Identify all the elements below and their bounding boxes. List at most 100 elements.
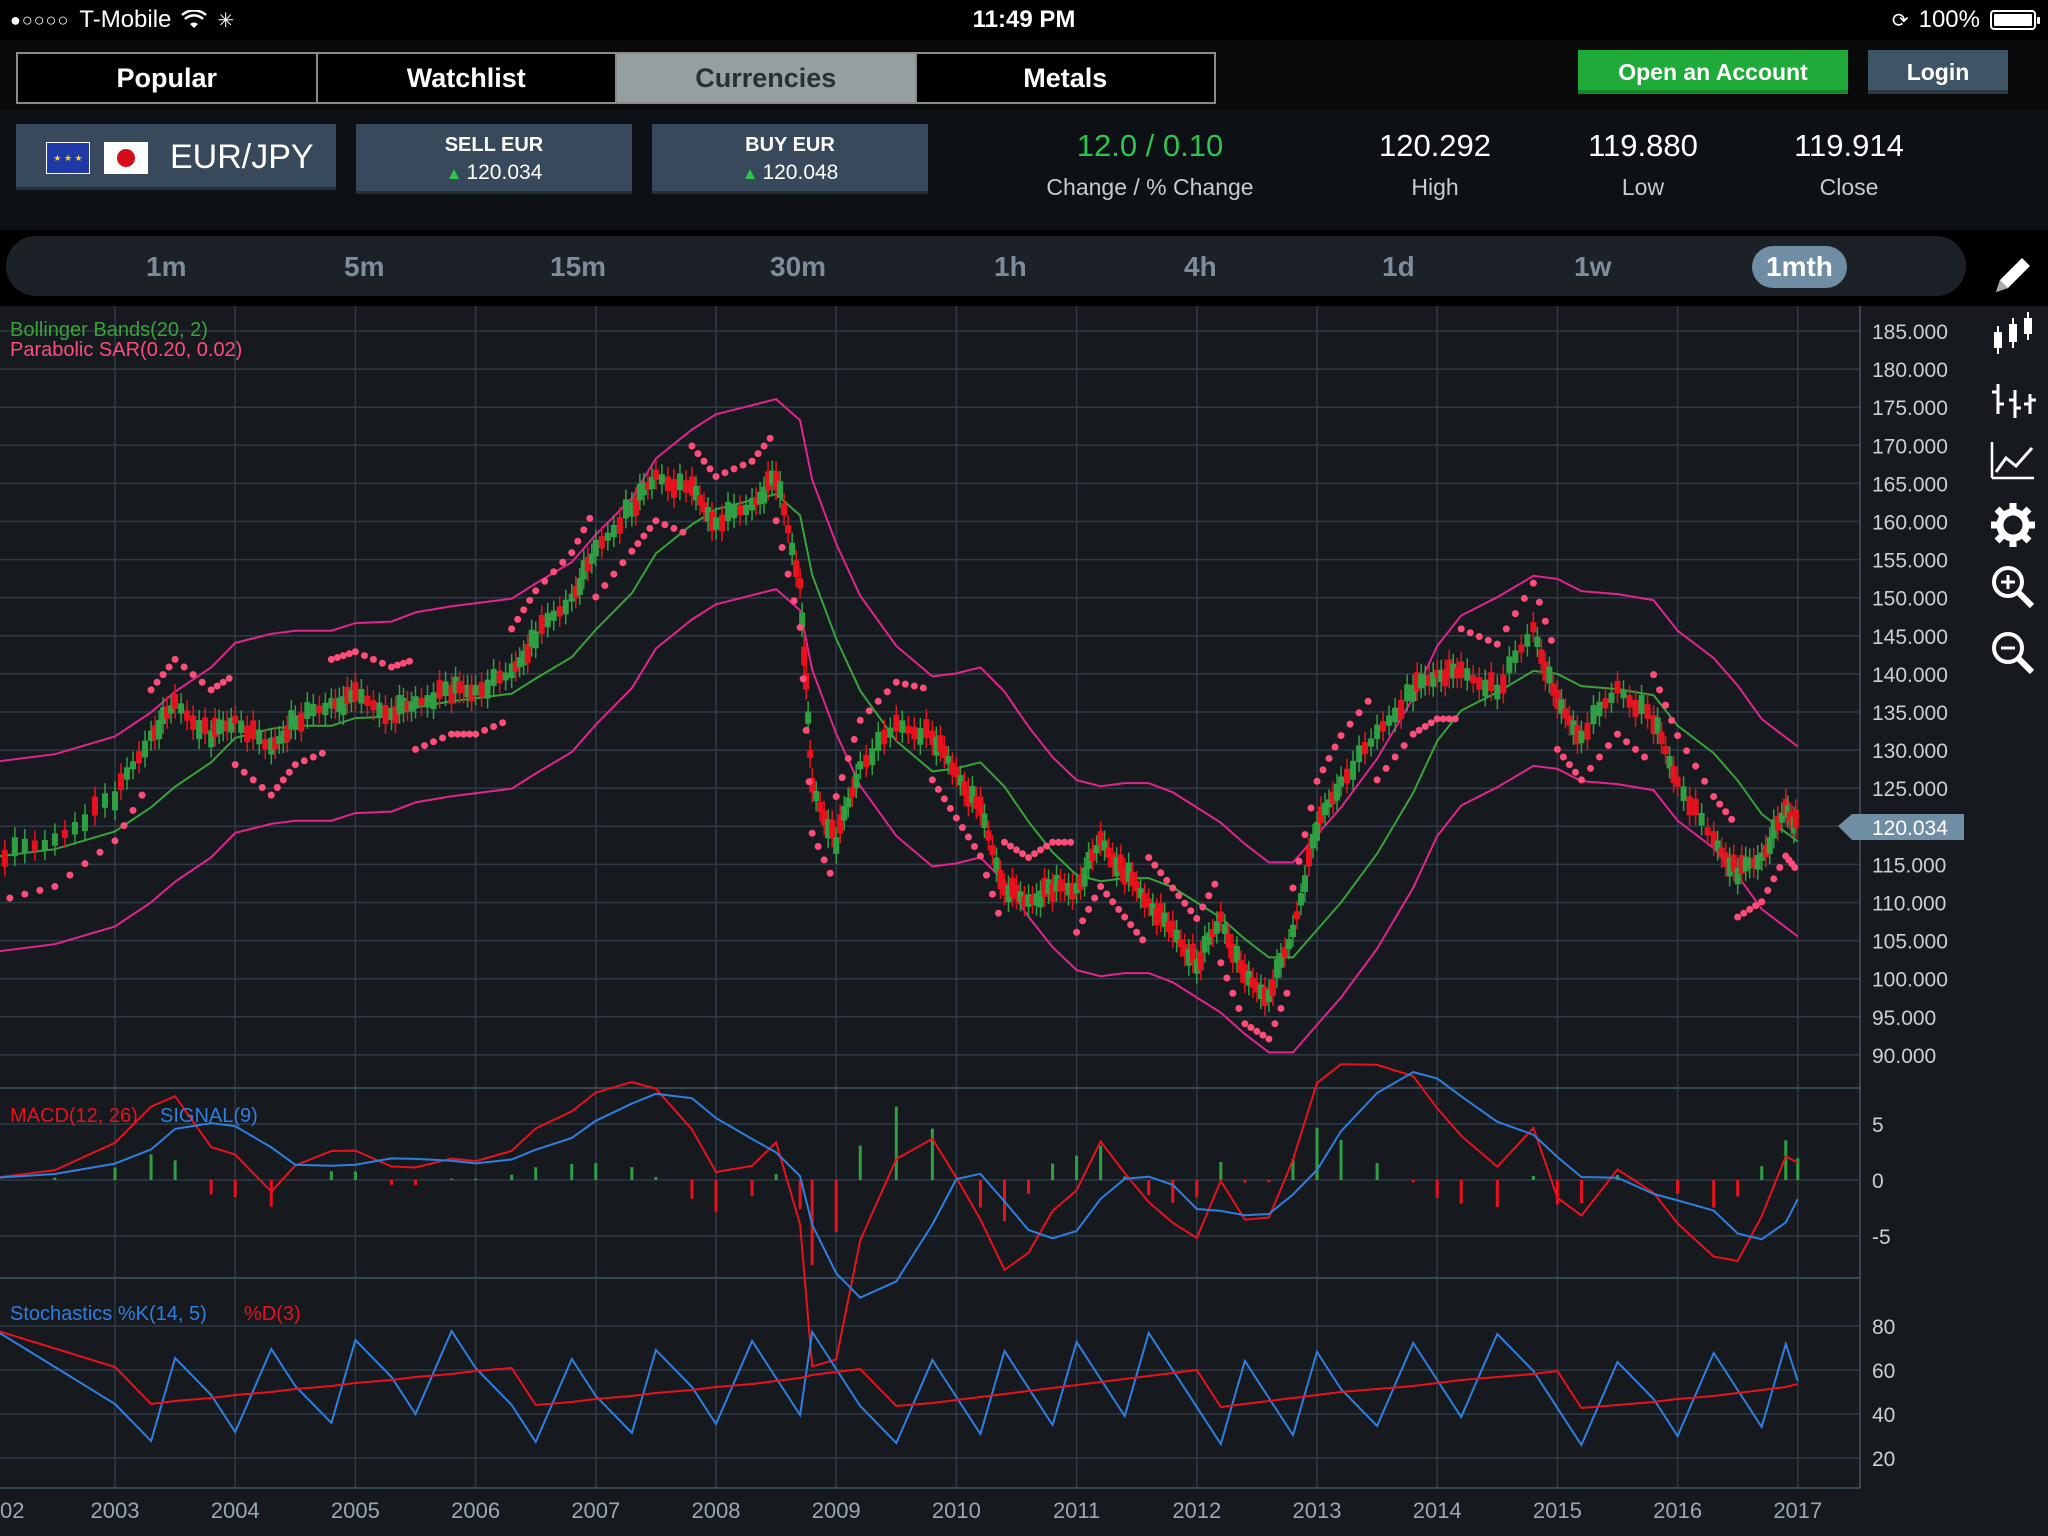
x-tick-label: 2007 (571, 1498, 620, 1523)
candle-body (1470, 674, 1477, 683)
x-tick-label: 2005 (331, 1498, 380, 1523)
sar-dot (1301, 831, 1309, 839)
gear-icon[interactable] (1988, 500, 2038, 550)
candle-body (869, 748, 876, 766)
timeframe-1m[interactable]: 1m (132, 246, 200, 288)
sar-dot (1571, 768, 1579, 776)
sar-dot (1421, 723, 1429, 731)
candle-body (81, 814, 88, 832)
open-account-button[interactable]: Open an Account (1578, 50, 1848, 94)
candle-body (1596, 701, 1603, 717)
candle-body (244, 725, 251, 743)
candle-body (136, 750, 143, 764)
sar-dot (790, 597, 798, 605)
sar-dot (541, 577, 549, 585)
sar-dot (706, 465, 714, 473)
orientation-lock-icon: ⟳ (1891, 9, 1909, 32)
sar-dot (760, 442, 768, 450)
sar-dot (1746, 905, 1754, 913)
timeframe-1d[interactable]: 1d (1368, 246, 1429, 288)
sar-dot (36, 886, 44, 894)
macd-tick-label: 5 (1872, 1114, 1884, 1137)
sar-dot (679, 528, 687, 536)
timeframe-1mth[interactable]: 1mth (1752, 246, 1847, 288)
chart-area[interactable]: 02 2003 2004 2005 2006 2007 2008 2009 2010 2011 20… (0, 306, 2048, 1536)
sar-dot (1553, 745, 1561, 753)
chart-tools (1978, 236, 2048, 696)
candle-body (1704, 827, 1711, 836)
sar-dot (700, 457, 708, 465)
sar-dot (946, 804, 954, 812)
candlestick-icon[interactable] (1988, 310, 2038, 360)
x-tick-label: 2010 (932, 1498, 981, 1523)
candle-body (1458, 661, 1465, 679)
sar-dot (814, 843, 822, 851)
low-stat: 119.880 Low (1568, 128, 1718, 201)
timeframe-15m[interactable]: 15m (536, 246, 620, 288)
price-tick-label: 90.000 (1872, 1045, 1936, 1068)
candle-body (484, 679, 491, 699)
tab-popular[interactable]: Popular (18, 54, 318, 102)
pencil-icon[interactable] (1988, 250, 2038, 300)
price-tick-label: 110.000 (1872, 893, 1946, 916)
sell-button[interactable]: SELL EUR ▲ 120.034 (356, 124, 632, 194)
candle-body (262, 738, 269, 750)
timeframe-1w[interactable]: 1w (1560, 246, 1625, 288)
candle-body (71, 822, 78, 835)
timeframe-1h[interactable]: 1h (980, 246, 1041, 288)
timeframe-5m[interactable]: 5m (330, 246, 398, 288)
tab-watchlist[interactable]: Watchlist (317, 54, 617, 102)
x-tick-label: 2016 (1653, 1498, 1702, 1523)
sar-dot (1547, 636, 1555, 644)
candle-body (1293, 911, 1300, 920)
sar-dot (198, 678, 206, 686)
sar-dot (1181, 899, 1189, 907)
instrument-selector[interactable]: ★ ★ ★ EUR/JPY (16, 124, 336, 190)
sar-dot (1451, 715, 1459, 723)
timeframe-4h[interactable]: 4h (1170, 246, 1231, 288)
sell-label: SELL EUR (444, 134, 544, 156)
tab-currencies[interactable]: Currencies (617, 54, 917, 102)
candle-body (1686, 796, 1693, 816)
timeframe-30m[interactable]: 30m (756, 246, 840, 288)
candle-body (598, 536, 605, 549)
zoom-in-icon[interactable] (1988, 562, 2038, 612)
sar-dot (730, 465, 738, 473)
sar-dot (1586, 764, 1594, 772)
status-time: 11:49 PM (972, 6, 1076, 33)
login-button[interactable]: Login (1868, 50, 2008, 94)
candle-body (1674, 776, 1681, 787)
candle-body (622, 499, 629, 519)
candle-body (713, 517, 719, 530)
candle-body (1217, 911, 1224, 922)
sar-dot (928, 776, 936, 784)
sar-dot (1415, 726, 1423, 734)
stochastics-d-label: %D(3) (244, 1303, 301, 1325)
sar-dot (1529, 579, 1537, 587)
sar-dot (1535, 598, 1543, 606)
sar-dot (1493, 640, 1501, 648)
sar-dot (1259, 1031, 1267, 1039)
candle-body (829, 820, 836, 838)
sar-dot (802, 726, 810, 734)
sar-dot (832, 793, 840, 801)
sar-dot (1409, 730, 1417, 738)
price-chart[interactable]: 02 2003 2004 2005 2006 2007 2008 2009 2010 2011 20… (0, 306, 2048, 1536)
sar-dot (1683, 747, 1691, 755)
candle-body (1404, 684, 1411, 702)
sar-dot (1331, 743, 1339, 751)
line-chart-icon[interactable] (1988, 436, 2038, 486)
ohlc-icon[interactable] (1988, 374, 2038, 424)
candle-body (1506, 656, 1513, 674)
price-tick-label: 155.000 (1872, 550, 1948, 573)
price-tick-label: 185.000 (1872, 321, 1948, 344)
candle-body (993, 857, 1000, 873)
sar-dot (1187, 907, 1195, 915)
zoom-out-icon[interactable] (1988, 628, 2038, 678)
sar-dot (901, 680, 909, 688)
tab-metals[interactable]: Metals (916, 54, 1214, 102)
sar-dot (688, 442, 696, 450)
x-tick-label: 2006 (451, 1498, 500, 1523)
buy-button[interactable]: BUY EUR ▲ 120.048 (652, 124, 928, 194)
sar-dot (1758, 898, 1766, 906)
